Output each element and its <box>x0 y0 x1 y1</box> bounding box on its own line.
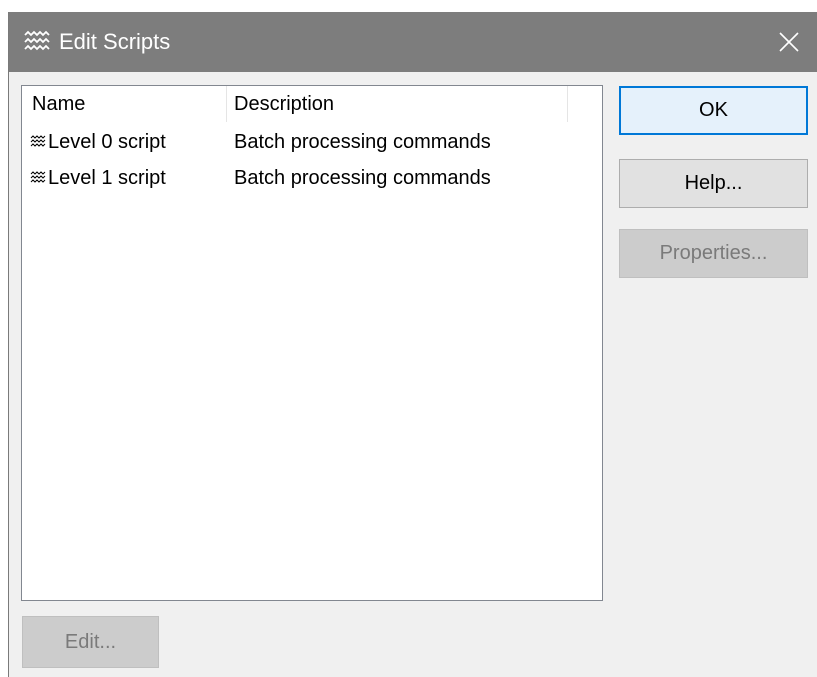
script-description: Batch processing commands <box>234 131 491 153</box>
help-button[interactable]: Help... <box>619 159 808 208</box>
close-icon <box>779 32 799 52</box>
script-description: Batch processing commands <box>234 167 491 189</box>
properties-button[interactable]: Properties... <box>619 229 808 278</box>
column-header-description[interactable]: Description <box>234 86 334 122</box>
script-wave-icon <box>30 135 46 147</box>
script-wave-icon <box>24 30 50 51</box>
window-title: Edit Scripts <box>59 29 171 54</box>
list-item[interactable]: Level 0 script Batch processing commands <box>22 124 602 160</box>
close-button[interactable] <box>761 12 817 72</box>
edit-button[interactable]: Edit... <box>22 616 159 668</box>
column-divider[interactable] <box>567 86 568 122</box>
script-wave-icon <box>30 171 46 183</box>
scripts-list[interactable]: Name Description Level 0 script Batch pr… <box>21 85 603 601</box>
column-header-name[interactable]: Name <box>32 86 85 122</box>
edit-scripts-dialog: Edit Scripts Name Description Level 0 sc… <box>8 12 817 677</box>
list-item[interactable]: Level 1 script Batch processing commands <box>22 160 602 196</box>
script-name: Level 1 script <box>48 167 166 189</box>
title-bar[interactable]: Edit Scripts <box>9 12 817 72</box>
column-divider[interactable] <box>226 86 227 122</box>
ok-button[interactable]: OK <box>619 86 808 135</box>
list-header: Name Description <box>22 86 602 122</box>
script-name: Level 0 script <box>48 131 166 153</box>
